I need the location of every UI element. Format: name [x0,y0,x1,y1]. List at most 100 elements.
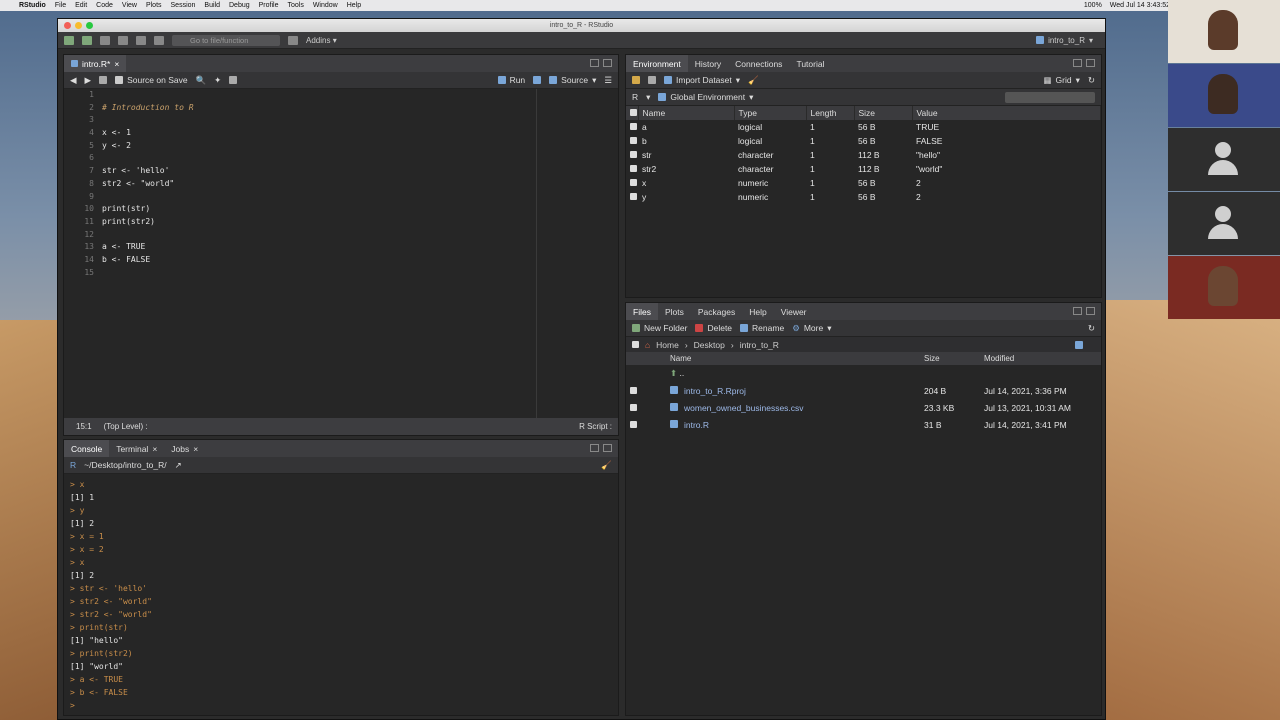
code-line[interactable] [102,267,194,280]
parent-dir-row[interactable]: ⬆ .. [626,365,1101,382]
tab-files[interactable]: Files [626,303,658,320]
checkbox-icon[interactable] [630,123,637,130]
file-type-indicator[interactable]: R Script : [579,422,612,431]
checkbox-icon[interactable] [630,179,637,186]
load-workspace-icon[interactable] [632,76,640,84]
env-row[interactable]: x numeric 1 56 B 2 [626,176,1101,190]
delete-button[interactable]: Delete [695,323,732,333]
col-length[interactable]: Length [806,106,855,120]
grid-view-toggle[interactable]: ▦ Grid ▾ [1044,75,1080,86]
new-file-icon[interactable] [64,35,74,45]
code-line[interactable]: str <- 'hello' [102,165,194,178]
menu-window[interactable]: Window [313,2,338,9]
row-checkbox[interactable] [626,176,638,190]
menu-code[interactable]: Code [96,2,113,9]
code-line[interactable] [102,114,194,127]
row-checkbox[interactable] [626,416,666,433]
tab-terminal[interactable]: Terminal × [109,440,164,457]
menu-session[interactable]: Session [171,2,196,9]
code-line[interactable]: print(str) [102,203,194,216]
code-line[interactable]: y <- 2 [102,140,194,153]
code-line[interactable] [102,89,194,102]
maximize-pane-icon[interactable] [1086,59,1095,67]
close-tab-icon[interactable]: × [193,444,198,454]
source-on-save-checkbox[interactable]: Source on Save [115,75,188,85]
menu-plots[interactable]: Plots [146,2,162,9]
save-icon[interactable] [118,35,128,45]
tab-packages[interactable]: Packages [691,303,742,320]
print-icon[interactable] [154,35,164,45]
source-button[interactable]: Source ▾ [549,75,596,86]
menubar-app-name[interactable]: RStudio [19,2,46,9]
env-row[interactable]: str character 1 112 B "hello" [626,148,1101,162]
breadcrumb-home[interactable]: Home [656,340,679,350]
row-checkbox[interactable] [626,382,666,399]
close-tab-icon[interactable]: × [152,444,157,454]
env-row[interactable]: b logical 1 56 B FALSE [626,134,1101,148]
row-checkbox[interactable] [626,162,638,176]
console-output[interactable]: > x [1] 1 > y [1] 2 > x = 1 > x = 2 > x [1] 2 > … [64,474,618,715]
tab-viewer[interactable]: Viewer [774,303,814,320]
code-line[interactable]: # Introduction to R [102,102,194,115]
menu-tools[interactable]: Tools [287,2,303,9]
tab-jobs[interactable]: Jobs × [164,440,205,457]
scope-indicator[interactable]: (Top Level) : [104,422,148,431]
tab-history[interactable]: History [688,55,728,72]
env-row[interactable]: str2 character 1 112 B "world" [626,162,1101,176]
col-value[interactable]: Value [912,106,1101,120]
show-in-window-icon[interactable] [99,76,108,84]
menu-build[interactable]: Build [204,2,220,9]
new-folder-button[interactable]: New Folder [632,323,687,333]
row-checkbox[interactable] [626,399,666,416]
import-dataset-button[interactable]: Import Dataset ▾ [664,75,740,86]
more-button[interactable]: ⚙ More ▾ [792,323,831,334]
menu-view[interactable]: View [122,2,137,9]
file-row[interactable]: intro_to_R.Rproj 204 B Jul 14, 2021, 3:36 … [626,382,1101,399]
code-tools-icon[interactable]: ✦ [214,75,221,86]
col-file-name[interactable]: Name [666,352,920,365]
menu-help[interactable]: Help [347,2,361,9]
env-search-input[interactable] [1005,91,1095,103]
header-check[interactable] [626,106,639,120]
breadcrumb-desktop[interactable]: Desktop [694,340,725,350]
battery-percent[interactable]: 100% [1084,2,1102,9]
file-name-link[interactable]: intro_to_R.Rproj [684,386,746,396]
close-tab-icon[interactable]: × [114,59,119,69]
row-checkbox[interactable] [626,120,638,134]
project-menu[interactable]: intro_to_R ▾ [1036,36,1093,45]
rename-button[interactable]: Rename [740,323,784,333]
code-line[interactable]: a <- TRUE [102,241,194,254]
col-file-modified[interactable]: Modified [980,352,1101,365]
home-icon[interactable]: ⌂ [645,340,650,350]
tab-intro-r[interactable]: intro.R* × [64,55,127,72]
go-to-project-icon[interactable] [1075,340,1083,349]
env-row[interactable]: y numeric 1 56 B 2 [626,190,1101,204]
addins-menu[interactable]: Addins ▾ [306,36,337,45]
grid-layout-icon[interactable] [288,35,298,45]
breadcrumb-project[interactable]: intro_to_R [740,340,779,350]
checkbox-icon[interactable] [630,386,637,394]
menu-file[interactable]: File [55,2,66,9]
goto-dir-icon[interactable]: ↗ [175,460,182,471]
search-icon[interactable]: 🔍 [196,75,207,86]
checkbox-icon[interactable] [630,151,637,158]
file-row[interactable]: women_owned_businesses.csv 23.3 KB Jul 13,… [626,399,1101,416]
refresh-icon[interactable]: ↻ [1088,75,1095,86]
outline-icon[interactable]: ☰ [604,75,612,86]
code-line[interactable]: print(str2) [102,216,194,229]
menu-profile[interactable]: Profile [259,2,279,9]
code-line[interactable] [102,152,194,165]
file-name-link[interactable]: women_owned_businesses.csv [684,403,804,413]
save-workspace-icon[interactable] [648,76,656,84]
scope-selector[interactable]: Global Environment ▾ [658,92,753,103]
checkbox-icon[interactable] [630,420,637,428]
col-file-size[interactable]: Size [920,352,980,365]
forward-arrow-icon[interactable]: ▶ [85,75,92,86]
clear-console-icon[interactable]: 🧹 [601,460,612,471]
checkbox-icon[interactable] [630,193,637,200]
code-line[interactable]: x <- 1 [102,127,194,140]
code-editor[interactable]: 1 2 3 4 5 6 7 8 9 10 11 12 13 14 15 # Introduction to … [64,89,618,418]
code-line[interactable] [102,191,194,204]
minimize-pane-icon[interactable] [590,444,599,452]
tab-console[interactable]: Console [64,440,110,457]
